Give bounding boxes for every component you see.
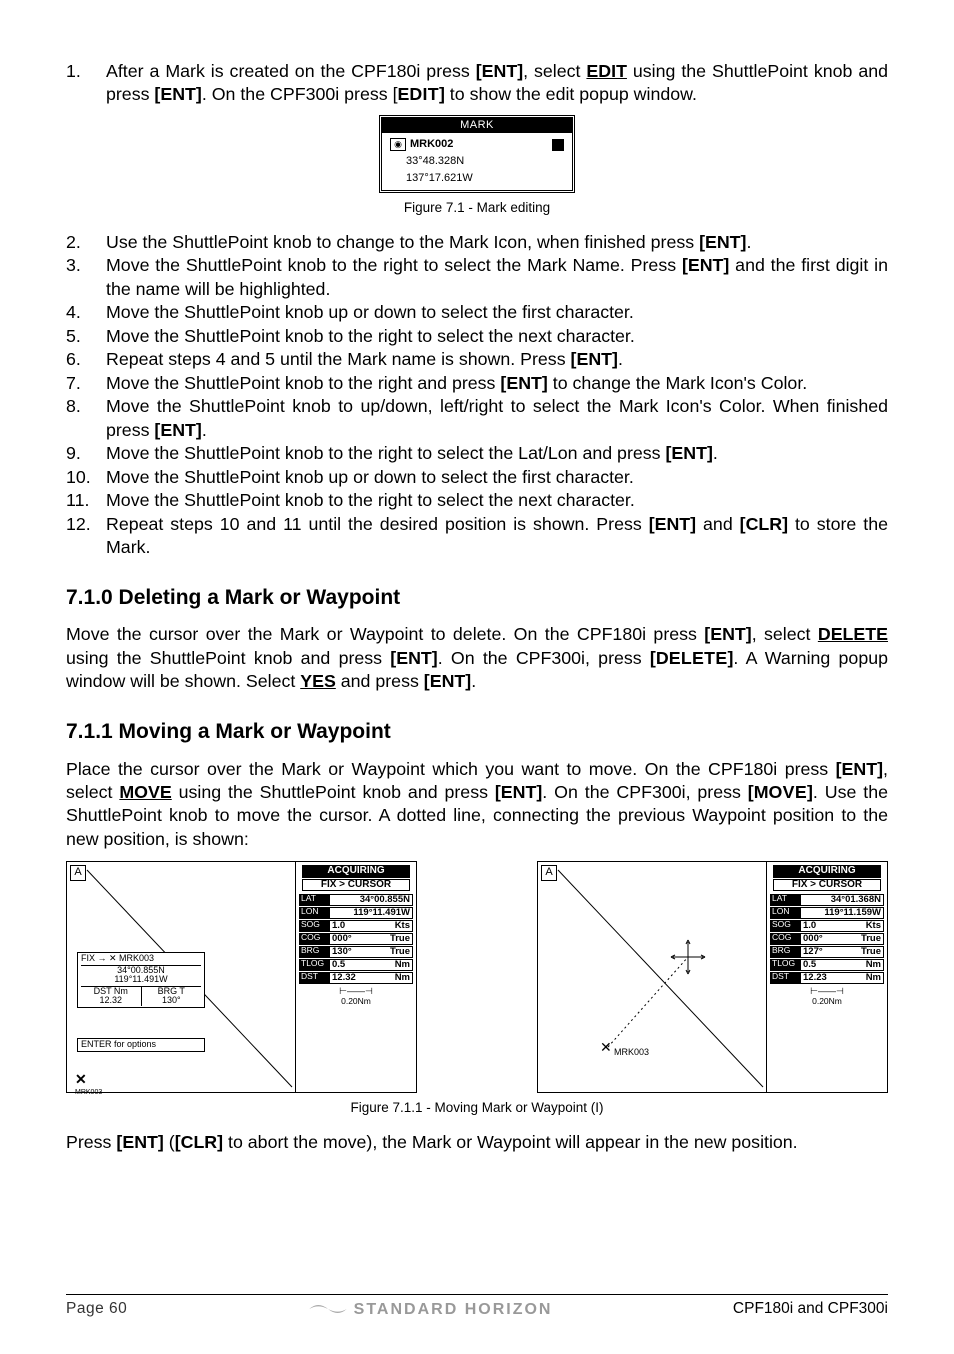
step-item: 4.Move the ShuttlePoint knob up or down … bbox=[66, 301, 888, 324]
mark-edit-popup: MARK ◉ MRK002 33°48.328N 137°17.621W bbox=[379, 115, 575, 193]
step-item: 1.After a Mark is created on the CPF180i… bbox=[66, 60, 888, 107]
figure-right: A✕MRK003ACQUIRINGFIX > CURSORLAT34°01.36… bbox=[537, 861, 888, 1093]
step-item: 3.Move the ShuttlePoint knob to the righ… bbox=[66, 254, 888, 301]
figure-left: A✕MRK003FIX → ✕ MRK00334°00.855N119°11.4… bbox=[66, 861, 417, 1093]
step-item: 5.Move the ShuttlePoint knob to the righ… bbox=[66, 325, 888, 348]
step-item: 9.Move the ShuttlePoint knob to the righ… bbox=[66, 442, 888, 465]
color-box bbox=[552, 139, 564, 151]
step-item: 10.Move the ShuttlePoint knob up or down… bbox=[66, 466, 888, 489]
step-item: 2.Use the ShuttlePoint knob to change to… bbox=[66, 231, 888, 254]
steps-list-b: 2.Use the ShuttlePoint knob to change to… bbox=[66, 231, 888, 560]
mark-name: MRK002 bbox=[410, 137, 453, 152]
section-710-body: Move the cursor over the Mark or Waypoin… bbox=[66, 623, 888, 693]
figure-caption-2: Figure 7.1.1 - Moving Mark or Waypoint (… bbox=[66, 1099, 888, 1117]
page-footer: Page 60 STANDARD HORIZON CPF180i and CPF… bbox=[66, 1294, 888, 1320]
section-711-body: Place the cursor over the Mark or Waypoi… bbox=[66, 758, 888, 852]
mark-lat: 33°48.328N bbox=[406, 154, 464, 169]
mark-lon: 137°17.621W bbox=[406, 171, 473, 186]
step-item: 12.Repeat steps 10 and 11 until the desi… bbox=[66, 513, 888, 560]
mark-icon: ◉ bbox=[390, 138, 406, 151]
steps-list-a: 1.After a Mark is created on the CPF180i… bbox=[66, 60, 888, 107]
figure-caption-1: Figure 7.1 - Mark editing bbox=[66, 199, 888, 217]
model-text: CPF180i and CPF300i bbox=[733, 1299, 888, 1319]
step-item: 6.Repeat steps 4 and 5 until the Mark na… bbox=[66, 348, 888, 371]
page-number: Page 60 bbox=[66, 1299, 127, 1319]
section-711-title: 7.1.1 Moving a Mark or Waypoint bbox=[66, 718, 888, 746]
step-item: 8.Move the ShuttlePoint knob to up/down,… bbox=[66, 395, 888, 442]
step-item: 7.Move the ShuttlePoint knob to the righ… bbox=[66, 372, 888, 395]
closing-text: Press [ENT] ([CLR] to abort the move), t… bbox=[66, 1131, 888, 1154]
step-item: 11.Move the ShuttlePoint knob to the rig… bbox=[66, 489, 888, 512]
section-710-title: 7.1.0 Deleting a Mark or Waypoint bbox=[66, 584, 888, 612]
brand-logo: STANDARD HORIZON bbox=[308, 1299, 553, 1320]
figure-row: A✕MRK003FIX → ✕ MRK00334°00.855N119°11.4… bbox=[66, 861, 888, 1093]
popup-title: MARK bbox=[382, 118, 572, 134]
